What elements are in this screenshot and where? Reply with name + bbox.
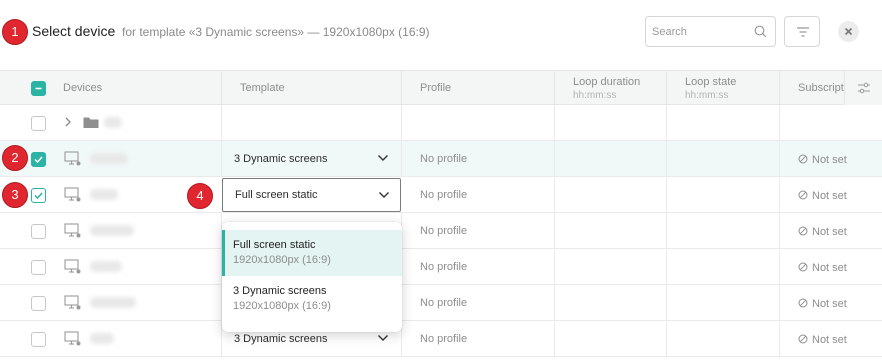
subscription-value: Not set [798, 261, 847, 274]
device-name-redacted [90, 333, 114, 344]
not-set-icon [798, 298, 808, 308]
search-icon [754, 25, 767, 38]
device-name-redacted [90, 261, 122, 272]
close-button[interactable] [838, 21, 859, 42]
dialog-subtitle: for template «3 Dynamic screens» — 1920x… [122, 25, 430, 39]
profile-value: No profile [420, 261, 468, 273]
annotation-marker-2: 2 [2, 145, 28, 171]
row-checkbox[interactable] [31, 332, 46, 347]
subscription-value: Not set [798, 189, 847, 202]
template-value[interactable]: 3 Dynamic screens [234, 333, 328, 345]
close-icon [844, 27, 853, 36]
device-name-redacted [90, 189, 118, 200]
dropdown-option-full-screen-static[interactable]: Full screen static 1920x1080px (16:9) [222, 230, 402, 276]
not-set-icon [798, 226, 808, 236]
not-set-icon [798, 262, 808, 272]
profile-value: No profile [420, 333, 468, 345]
not-set-icon [798, 190, 808, 200]
row-checkbox[interactable] [31, 260, 46, 275]
filter-icon [797, 27, 809, 37]
chevron-down-icon[interactable] [378, 191, 390, 199]
dialog-header: Select device for template «3 Dynamic sc… [0, 0, 882, 70]
check-icon [34, 156, 43, 164]
minus-icon [35, 87, 42, 90]
profile-value: No profile [420, 297, 468, 309]
template-dropdown-menu: Full screen static 1920x1080px (16:9) 3 … [222, 222, 402, 332]
monitor-icon [64, 223, 81, 238]
row-checkbox[interactable] [31, 152, 46, 167]
subscription-value: Not set [798, 297, 847, 310]
row-checkbox[interactable] [31, 116, 46, 131]
table-row[interactable]: No profile Not set [0, 285, 882, 321]
monitor-icon [64, 151, 81, 166]
monitor-icon [64, 295, 81, 310]
annotation-marker-4: 4 [187, 183, 213, 209]
profile-value: No profile [420, 225, 468, 237]
column-settings-button[interactable] [844, 71, 882, 105]
not-set-icon [798, 154, 808, 164]
table-row[interactable]: No profile Not set [0, 249, 882, 285]
row-checkbox[interactable] [31, 188, 46, 203]
device-name-redacted [90, 225, 134, 236]
subscription-value: Not set [798, 333, 847, 346]
filter-button[interactable] [784, 16, 820, 47]
search-input[interactable] [652, 23, 752, 41]
chevron-down-icon[interactable] [377, 334, 389, 342]
table-header: Devices Template Profile Loop duration hh… [0, 70, 882, 105]
dialog-title: Select device [32, 23, 116, 39]
device-name-redacted [90, 297, 136, 308]
search-box[interactable] [645, 16, 776, 47]
monitor-icon [64, 187, 81, 202]
table-row[interactable]: 3 Dynamic screens No profile Not set [0, 321, 882, 357]
annotation-marker-3: 3 [2, 182, 28, 208]
template-select-value: Full screen static [235, 189, 318, 201]
select-all-checkbox[interactable] [31, 81, 46, 96]
profile-value: No profile [420, 153, 468, 165]
chevron-down-icon[interactable] [377, 154, 389, 162]
folder-name-redacted [104, 117, 122, 128]
chevron-right-icon[interactable] [63, 116, 73, 128]
monitor-icon [64, 259, 81, 274]
row-checkbox[interactable] [31, 224, 46, 239]
monitor-icon [64, 331, 81, 346]
device-name-redacted [90, 153, 128, 164]
template-value[interactable]: 3 Dynamic screens [234, 153, 328, 165]
dropdown-option-3-dynamic-screens[interactable]: 3 Dynamic screens 1920x1080px (16:9) [222, 276, 402, 322]
check-icon [34, 192, 43, 200]
folder-icon [83, 117, 99, 128]
table-row[interactable]: No profile Not set [0, 213, 882, 249]
profile-value: No profile [420, 189, 468, 201]
annotation-marker-1: 1 [2, 19, 28, 45]
table-row-folder[interactable] [0, 105, 882, 141]
table-row[interactable]: Full screen static No profile Not set [0, 177, 882, 213]
table-row[interactable]: 3 Dynamic screens No profile Not set [0, 141, 882, 177]
row-checkbox[interactable] [31, 296, 46, 311]
not-set-icon [798, 334, 808, 344]
column-settings-icon [858, 82, 870, 94]
subscription-value: Not set [798, 153, 847, 166]
subscription-value: Not set [798, 225, 847, 238]
template-select[interactable]: Full screen static [222, 178, 401, 212]
